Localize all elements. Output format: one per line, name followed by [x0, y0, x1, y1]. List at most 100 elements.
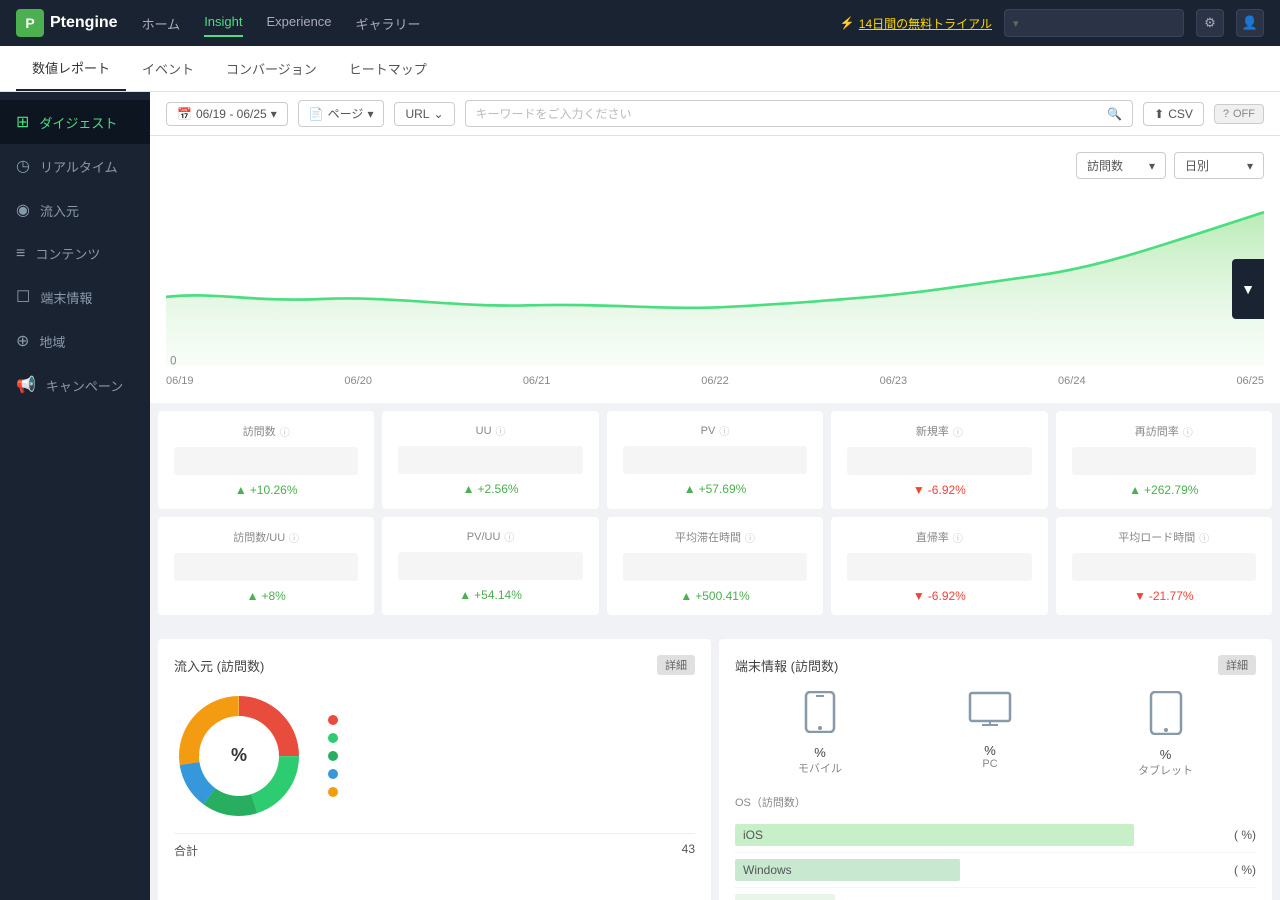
period-dropdown[interactable]: 日別 ▾ — [1174, 152, 1264, 179]
donut-area: % — [174, 691, 695, 821]
keyword-search-wrap[interactable]: キーワードをご入力ください 🔍 — [465, 100, 1134, 127]
device-info-card: 端末情報 (訪問数) 詳細 % モバイル — [719, 639, 1272, 900]
nav-home[interactable]: ホーム — [142, 10, 181, 37]
nav-insight[interactable]: Insight — [204, 10, 242, 37]
user-button[interactable]: 👤 — [1236, 9, 1264, 37]
campaign-icon: 📢 — [16, 375, 36, 395]
x-label-4: 06/23 — [880, 375, 908, 387]
metric-dropdown[interactable]: 訪問数 ▾ — [1076, 152, 1166, 179]
metric-bounce-bar — [847, 553, 1031, 581]
metric-label: 訪問数 — [1087, 157, 1123, 174]
off-badge[interactable]: ? OFF — [1214, 104, 1264, 124]
device-icons: % モバイル % PC — [735, 691, 1256, 778]
chart-controls: 訪問数 ▾ 日別 ▾ — [166, 152, 1264, 179]
tab-events[interactable]: イベント — [126, 46, 210, 91]
os-bar-wrap-windows: Windows — [735, 859, 1234, 881]
traffic-icon: ◉ — [16, 200, 30, 220]
device-pc: % PC — [968, 691, 1012, 778]
csv-label: CSV — [1168, 107, 1193, 121]
date-range-label: 06/19 - 06/25 — [196, 107, 267, 121]
logo[interactable]: P Ptengine — [16, 9, 118, 37]
info-icon-avgtime: ⓘ — [745, 530, 755, 545]
desktop-icon — [968, 691, 1012, 739]
clock-icon: ◷ — [16, 156, 30, 176]
sidebar-label-content: コンテンツ — [35, 244, 100, 263]
metric-pv-bar — [623, 446, 807, 474]
settings-button[interactable]: ⚙ — [1196, 9, 1224, 37]
sidebar-item-device[interactable]: ☐ 端末情報 — [0, 275, 150, 319]
info-icon-pvpu: ⓘ — [504, 529, 514, 544]
metrics-section: 訪問数 ⓘ ▲ +10.26% UU ⓘ ▲ — [150, 403, 1280, 631]
metric-pv-change: ▲ +57.69% — [623, 482, 807, 496]
logo-text: Ptengine — [50, 14, 118, 32]
x-label-2: 06/21 — [523, 375, 551, 387]
up-arrow-icon-avgtime: ▲ — [680, 589, 692, 603]
legend-list — [328, 715, 346, 797]
page-filter-btn[interactable]: 📄 ページ ▾ — [298, 100, 385, 127]
sidebar-label-traffic: 流入元 — [40, 201, 79, 220]
metric-pv-label: PV ⓘ — [623, 423, 807, 438]
x-label-5: 06/24 — [1058, 375, 1086, 387]
sidebar-item-traffic[interactable]: ◉ 流入元 — [0, 188, 150, 232]
chart-filter-button[interactable]: ▼ — [1232, 259, 1264, 319]
gear-icon: ⚙ — [1204, 15, 1216, 31]
metric-pv-per-uu: PV/UU ⓘ ▲ +54.14% — [382, 517, 598, 615]
period-chevron-icon: ▾ — [1247, 159, 1253, 173]
up-arrow-icon-vpu: ▲ — [247, 589, 259, 603]
info-icon-return: ⓘ — [1183, 424, 1193, 439]
metric-bounce: 直帰率 ⓘ ▼ -6.92% — [831, 517, 1047, 615]
sidebar-item-content[interactable]: ≡ コンテンツ — [0, 232, 150, 275]
tab-heatmap[interactable]: ヒートマップ — [333, 46, 443, 91]
device-tablet: % タブレット — [1138, 691, 1193, 778]
info-icon-bounce: ⓘ — [953, 530, 963, 545]
up-arrow-icon-return: ▲ — [1129, 483, 1141, 497]
sidebar-item-digest[interactable]: ⊞ ダイジェスト — [0, 100, 150, 144]
legend-dot-1 — [328, 733, 338, 743]
metric-new-rate-label: 新規率 ⓘ — [847, 423, 1031, 439]
metric-return-bar — [1072, 447, 1256, 475]
svg-text:%: % — [231, 745, 247, 765]
metric-pv-per-uu-label: PV/UU ⓘ — [398, 529, 582, 544]
sidebar-item-campaign[interactable]: 📢 キャンペーン — [0, 363, 150, 407]
metric-return-change: ▲ +262.79% — [1072, 483, 1256, 497]
url-filter[interactable]: URL ⌄ — [394, 102, 454, 126]
nav-experience[interactable]: Experience — [267, 10, 332, 37]
nav-right: ⚡ 14日間の無料トライアル ▾ ⚙ 👤 — [840, 9, 1264, 37]
totals-row: 合計 43 — [174, 833, 695, 859]
trial-badge[interactable]: ⚡ 14日間の無料トライアル — [840, 15, 992, 32]
metric-chevron-icon: ▾ — [1149, 159, 1155, 173]
os-row-windows: Windows ( %) — [735, 853, 1256, 888]
os-bar-windows: Windows — [735, 859, 960, 881]
nav-search-box[interactable]: ▾ — [1004, 9, 1184, 37]
chart-section: 訪問数 ▾ 日別 ▾ — [150, 136, 1280, 403]
legend-dot-2 — [328, 751, 338, 761]
calendar-icon: 📅 — [177, 107, 192, 121]
metric-visits: 訪問数 ⓘ ▲ +10.26% — [158, 411, 374, 509]
metric-visits-change: ▲ +10.26% — [174, 483, 358, 497]
legend-dot-0 — [328, 715, 338, 725]
sidebar-item-region[interactable]: ⊕ 地域 — [0, 319, 150, 363]
help-icon: ? — [1223, 108, 1229, 120]
sidebar-item-realtime[interactable]: ◷ リアルタイム — [0, 144, 150, 188]
tab-numeric-report[interactable]: 数値レポート — [16, 46, 126, 91]
nav-gallery[interactable]: ギャラリー — [356, 10, 421, 37]
metric-uu: UU ⓘ ▲ +2.56% — [382, 411, 598, 509]
os-pct-windows: ( %) — [1234, 863, 1256, 877]
bottom-sections: 流入元 (訪問数) 詳細 % — [150, 631, 1280, 900]
sidebar-label-device: 端末情報 — [40, 288, 92, 307]
os-section-title: OS（訪問数） — [735, 794, 1256, 810]
legend-item-3 — [328, 769, 346, 779]
top-navigation: P Ptengine ホーム Insight Experience ギャラリー … — [0, 0, 1280, 46]
metric-uu-change: ▲ +2.56% — [398, 482, 582, 496]
tab-conversion[interactable]: コンバージョン — [210, 46, 333, 91]
metric-return-rate: 再訪問率 ⓘ ▲ +262.79% — [1056, 411, 1272, 509]
line-chart: 0 — [166, 191, 1264, 371]
csv-button[interactable]: ⬆ CSV — [1143, 102, 1204, 126]
os-bar-wrap-ios: iOS — [735, 824, 1234, 846]
device-detail-button[interactable]: 詳細 — [1218, 655, 1256, 675]
date-range-picker[interactable]: 📅 06/19 - 06/25 ▾ — [166, 102, 288, 126]
traffic-detail-button[interactable]: 詳細 — [657, 655, 695, 675]
content-icon: ≡ — [16, 245, 25, 263]
up-arrow-icon-pv: ▲ — [684, 482, 696, 496]
os-bar-wrap-macos: Mac OS X — [735, 894, 1234, 900]
